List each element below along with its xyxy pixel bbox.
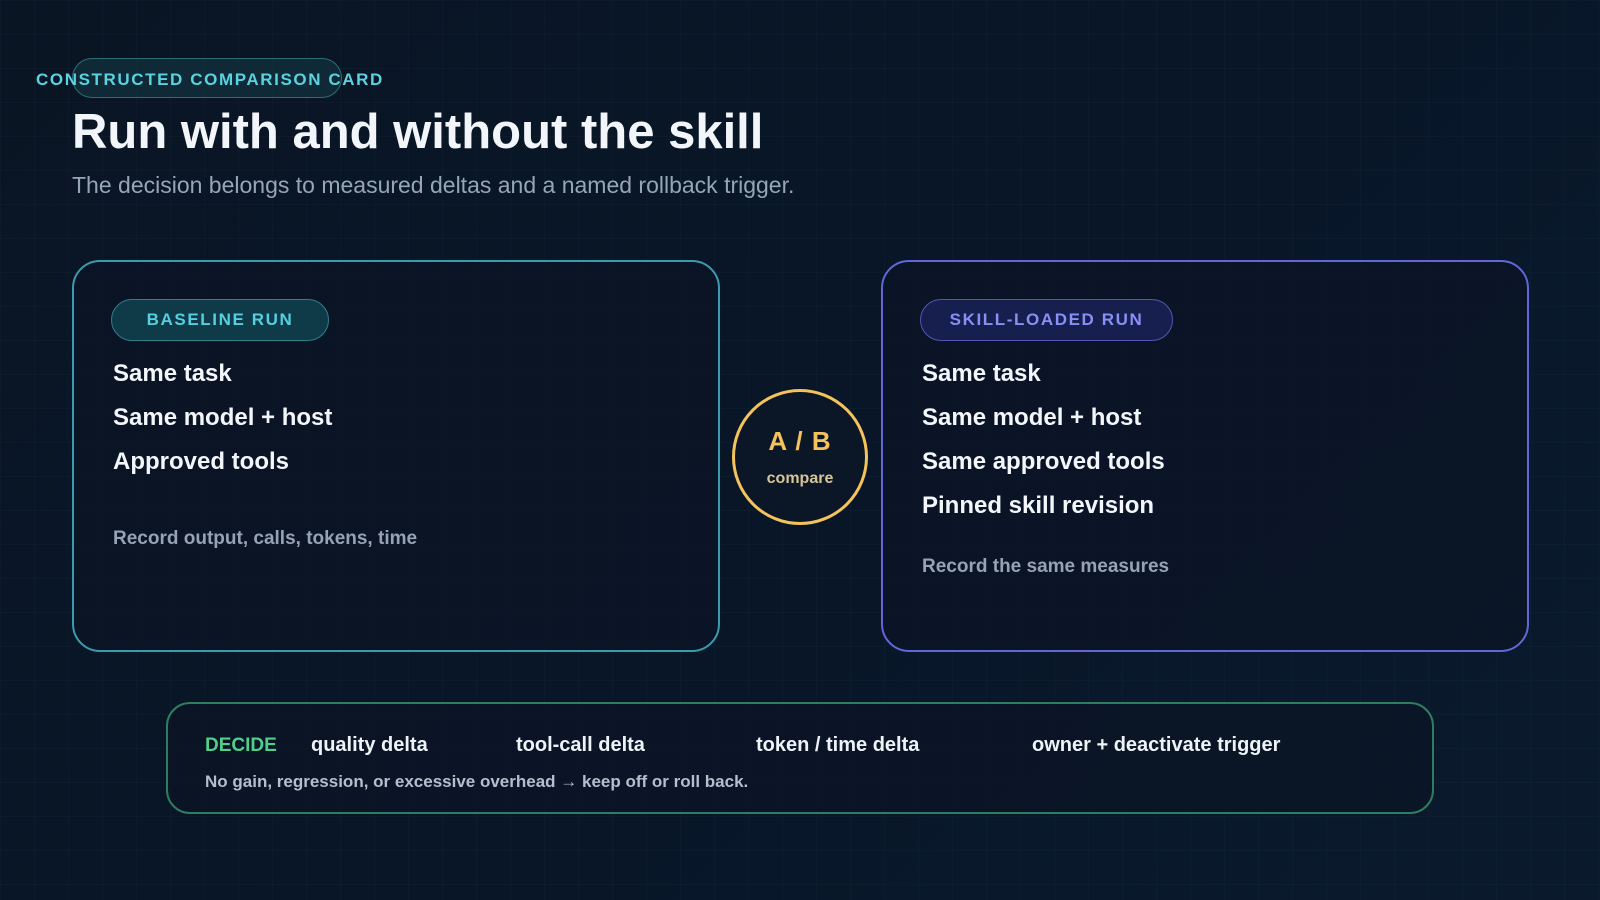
skill-item: Same model + host xyxy=(922,404,1142,431)
baseline-item: Approved tools xyxy=(113,448,290,475)
owner-deactivate-trigger: owner + deactivate trigger xyxy=(1032,734,1281,756)
skill-card: SKILL-LOADED RUN Same task Same model + … xyxy=(881,260,1529,652)
baseline-card: BASELINE RUN Same task Same model + host… xyxy=(72,260,720,652)
token-time-delta: token / time delta xyxy=(756,734,920,756)
quality-delta: quality delta xyxy=(311,734,428,756)
baseline-item: Same model + host xyxy=(113,404,333,431)
page-subtitle: The decision belongs to measured deltas … xyxy=(72,172,795,198)
baseline-note: Record output, calls, tokens, time xyxy=(113,528,418,549)
ab-compare-circle: A / B compare xyxy=(732,389,868,525)
decide-note: No gain, regression, or excessive overhe… xyxy=(205,772,749,791)
decide-bar: DECIDE quality delta tool-call delta tok… xyxy=(166,702,1434,814)
baseline-chip: BASELINE RUN xyxy=(111,299,329,341)
tool-call-delta: tool-call delta xyxy=(516,734,645,756)
skill-chip: SKILL-LOADED RUN xyxy=(920,299,1173,341)
baseline-list: Same task Same model + host Approved too… xyxy=(113,360,332,492)
baseline-item: Same task xyxy=(113,360,232,387)
skill-item: Pinned skill revision xyxy=(922,492,1155,519)
skill-note: Record the same measures xyxy=(922,556,1170,577)
eyebrow-label: CONSTRUCTED COMPARISON CARD xyxy=(36,70,384,89)
skill-item: Same approved tools xyxy=(922,448,1165,475)
decide-label: DECIDE xyxy=(205,735,277,756)
compare-label: compare xyxy=(766,470,834,487)
skill-item: Same task xyxy=(922,360,1041,387)
ab-label: A / B xyxy=(768,426,832,456)
skill-list: Same task Same model + host Same approve… xyxy=(922,360,1165,536)
page-title: Run with and without the skill xyxy=(72,105,764,159)
